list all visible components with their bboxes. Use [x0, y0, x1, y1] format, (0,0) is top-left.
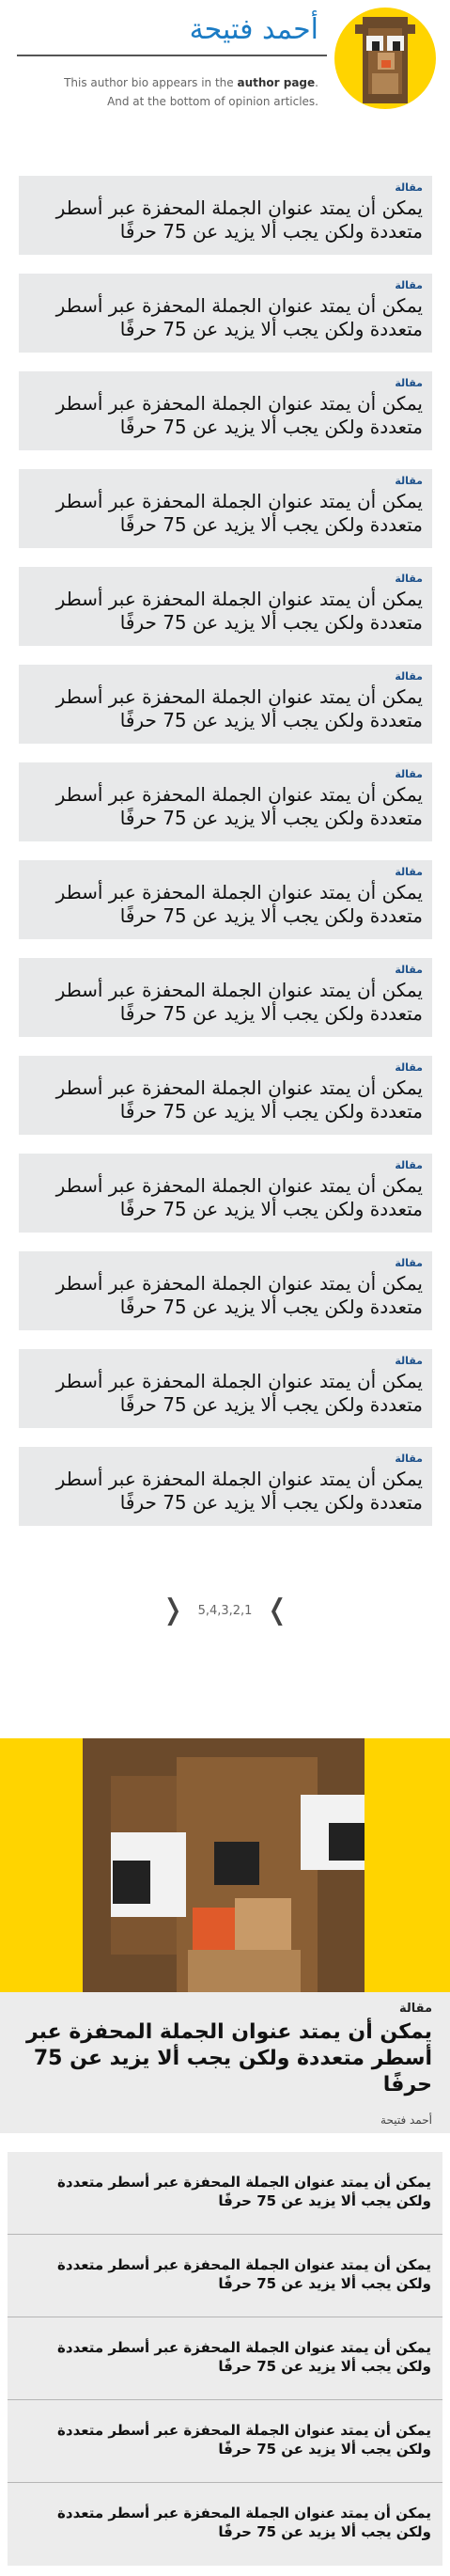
- article-title[interactable]: يمكن أن يمتد عنوان الجملة المحفزة عبر أس…: [28, 490, 423, 537]
- article-title[interactable]: يمكن أن يمتد عنوان الجملة المحفزة عبر أس…: [28, 1272, 423, 1319]
- related-title[interactable]: يمكن أن يمتد عنوان الجملة المحفزة عبر أس…: [19, 2255, 431, 2293]
- article-title[interactable]: يمكن أن يمتد عنوان الجملة المحفزة عبر أس…: [28, 1370, 423, 1417]
- article-title[interactable]: يمكن أن يمتد عنوان الجملة المحفزة عبر أس…: [28, 392, 423, 439]
- article-list: مقالة يمكن أن يمتد عنوان الجملة المحفزة …: [19, 176, 432, 1545]
- bio-prefix: This author bio appears in the: [64, 76, 238, 89]
- article-tag: مقالة: [395, 964, 423, 976]
- article-tag: مقالة: [395, 670, 423, 683]
- article-card[interactable]: مقالة يمكن أن يمتد عنوان الجملة المحفزة …: [19, 176, 432, 255]
- article-card[interactable]: مقالة يمكن أن يمتد عنوان الجملة المحفزة …: [19, 1154, 432, 1233]
- related-item[interactable]: يمكن أن يمتد عنوان الجملة المحفزة عبر أس…: [8, 2235, 442, 2317]
- related-item[interactable]: يمكن أن يمتد عنوان الجملة المحفزة عبر أس…: [8, 2317, 442, 2400]
- article-card[interactable]: مقالة يمكن أن يمتد عنوان الجملة المحفزة …: [19, 762, 432, 841]
- article-card[interactable]: مقالة يمكن أن يمتد عنوان الجملة المحفزة …: [19, 958, 432, 1037]
- author-header: أحمد فتيحة This author bio appears in th…: [0, 0, 450, 132]
- article-title[interactable]: يمكن أن يمتد عنوان الجملة المحفزة عبر أس…: [28, 1174, 423, 1221]
- author-page-link[interactable]: author page: [237, 76, 315, 89]
- article-title[interactable]: يمكن أن يمتد عنوان الجملة المحفزة عبر أس…: [28, 685, 423, 732]
- featured-author[interactable]: أحمد فتيحة: [19, 2113, 432, 2127]
- article-title[interactable]: يمكن أن يمتد عنوان الجملة المحفزة عبر أس…: [28, 294, 423, 341]
- avatar-illustration: [355, 17, 415, 103]
- article-tag: مقالة: [395, 1061, 423, 1074]
- article-tag: مقالة: [395, 1159, 423, 1171]
- article-tag: مقالة: [395, 1453, 423, 1465]
- article-tag: مقالة: [395, 279, 423, 291]
- article-title[interactable]: يمكن أن يمتد عنوان الجملة المحفزة عبر أس…: [28, 1076, 423, 1123]
- article-card[interactable]: مقالة يمكن أن يمتد عنوان الجملة المحفزة …: [19, 665, 432, 744]
- related-title[interactable]: يمكن أن يمتد عنوان الجملة المحفزة عبر أس…: [19, 2421, 431, 2458]
- featured-illustration: [0, 1738, 450, 1992]
- featured-image[interactable]: [0, 1738, 450, 1992]
- article-tag: مقالة: [395, 866, 423, 878]
- article-card[interactable]: مقالة يمكن أن يمتد عنوان الجملة المحفزة …: [19, 1447, 432, 1526]
- featured-tag: مقالة: [398, 2002, 432, 2016]
- chevron-right-icon[interactable]: ❭: [265, 1594, 288, 1627]
- related-title[interactable]: يمكن أن يمتد عنوان الجملة المحفزة عبر أس…: [19, 2504, 431, 2541]
- featured-article[interactable]: مقالة يمكن أن يمتد عنوان الجملة المحفزة …: [0, 1738, 450, 2133]
- article-card[interactable]: مقالة يمكن أن يمتد عنوان الجملة المحفزة …: [19, 567, 432, 646]
- related-title[interactable]: يمكن أن يمتد عنوان الجملة المحفزة عبر أس…: [19, 2338, 431, 2376]
- related-item[interactable]: يمكن أن يمتد عنوان الجملة المحفزة عبر أس…: [8, 2483, 442, 2566]
- header-divider: [17, 55, 327, 56]
- article-card[interactable]: مقالة يمكن أن يمتد عنوان الجملة المحفزة …: [19, 469, 432, 548]
- bio-suffix: .: [315, 76, 318, 89]
- article-title[interactable]: يمكن أن يمتد عنوان الجملة المحفزة عبر أس…: [28, 588, 423, 635]
- article-title[interactable]: يمكن أن يمتد عنوان الجملة المحفزة عبر أس…: [28, 196, 423, 243]
- article-title[interactable]: يمكن أن يمتد عنوان الجملة المحفزة عبر أس…: [28, 881, 423, 928]
- article-title[interactable]: يمكن أن يمتد عنوان الجملة المحفزة عبر أس…: [28, 1468, 423, 1515]
- author-avatar: [334, 8, 436, 109]
- author-name: أحمد فتيحة: [189, 13, 318, 46]
- article-title[interactable]: يمكن أن يمتد عنوان الجملة المحفزة عبر أس…: [28, 979, 423, 1026]
- article-title[interactable]: يمكن أن يمتد عنوان الجملة المحفزة عبر أس…: [28, 783, 423, 830]
- page-numbers[interactable]: 5,4,3,2,1: [198, 1604, 253, 1618]
- article-tag: مقالة: [395, 768, 423, 780]
- article-card[interactable]: مقالة يمكن أن يمتد عنوان الجملة المحفزة …: [19, 1056, 432, 1135]
- article-card[interactable]: مقالة يمكن أن يمتد عنوان الجملة المحفزة …: [19, 1251, 432, 1330]
- article-card[interactable]: مقالة يمكن أن يمتد عنوان الجملة المحفزة …: [19, 274, 432, 353]
- article-tag: مقالة: [395, 1355, 423, 1367]
- related-articles: يمكن أن يمتد عنوان الجملة المحفزة عبر أس…: [8, 2152, 442, 2566]
- article-card[interactable]: مقالة يمكن أن يمتد عنوان الجملة المحفزة …: [19, 860, 432, 939]
- article-tag: مقالة: [395, 573, 423, 585]
- pagination: ❭ 5,4,3,2,1 ❬: [0, 1594, 450, 1627]
- author-bio: This author bio appears in the author pa…: [37, 73, 318, 111]
- bio-line-2: And at the bottom of opinion articles.: [107, 95, 318, 108]
- chevron-left-icon[interactable]: ❬: [161, 1594, 184, 1627]
- related-title[interactable]: يمكن أن يمتد عنوان الجملة المحفزة عبر أس…: [19, 2173, 431, 2210]
- article-tag: مقالة: [395, 181, 423, 194]
- article-card[interactable]: مقالة يمكن أن يمتد عنوان الجملة المحفزة …: [19, 1349, 432, 1428]
- article-tag: مقالة: [395, 475, 423, 487]
- related-item[interactable]: يمكن أن يمتد عنوان الجملة المحفزة عبر أس…: [8, 2152, 442, 2235]
- featured-text: مقالة يمكن أن يمتد عنوان الجملة المحفزة …: [19, 1994, 432, 2127]
- featured-title[interactable]: يمكن أن يمتد عنوان الجملة المحفزة عبر أس…: [19, 2019, 432, 2098]
- article-tag: مقالة: [395, 377, 423, 389]
- related-item[interactable]: يمكن أن يمتد عنوان الجملة المحفزة عبر أس…: [8, 2400, 442, 2483]
- article-card[interactable]: مقالة يمكن أن يمتد عنوان الجملة المحفزة …: [19, 371, 432, 450]
- article-tag: مقالة: [395, 1257, 423, 1269]
